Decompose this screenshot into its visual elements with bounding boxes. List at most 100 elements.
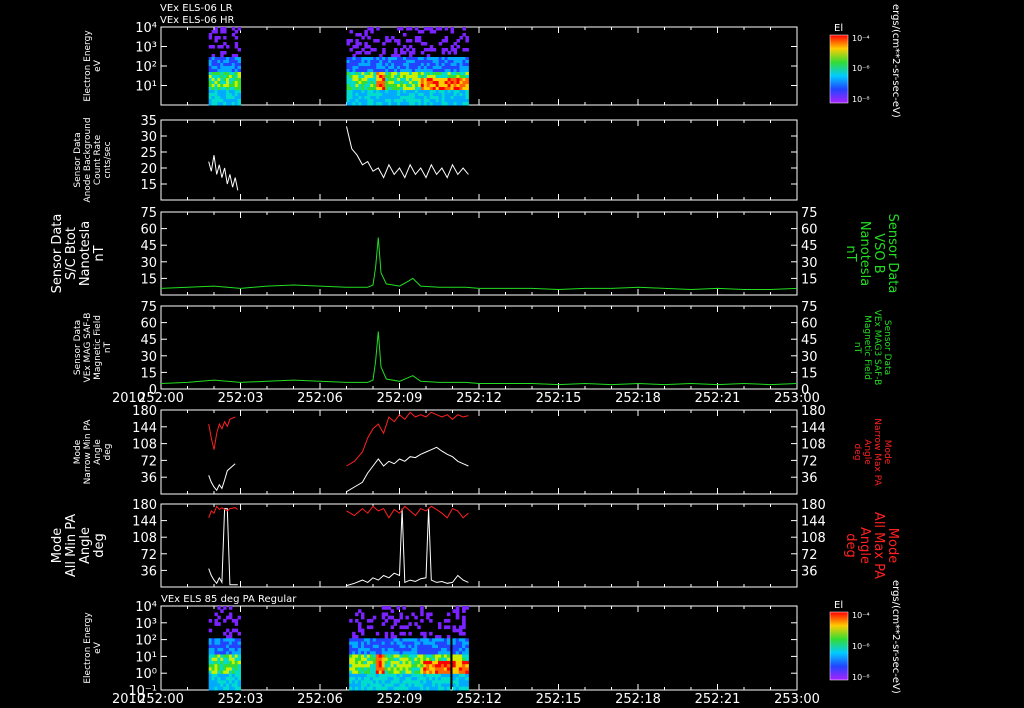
heatmap-cell xyxy=(381,622,386,626)
heatmap-cell xyxy=(420,66,425,70)
heatmap-cell xyxy=(411,664,415,668)
y-tick-label: 45 xyxy=(140,239,157,254)
heatmap-cell xyxy=(366,667,371,672)
heatmap-cell xyxy=(373,90,377,94)
heatmap-cell xyxy=(360,638,365,643)
heatmap-cell xyxy=(214,36,218,40)
heatmap-cell xyxy=(346,102,350,106)
heatmap-cell xyxy=(220,609,224,613)
heatmap-cell xyxy=(435,90,440,94)
heatmap-cell xyxy=(220,81,224,85)
heatmap-cell xyxy=(384,641,389,646)
heatmap-cell xyxy=(462,667,466,672)
heatmap-cell xyxy=(223,66,227,70)
heatmap-cell xyxy=(423,27,428,31)
heatmap-cell xyxy=(372,686,377,691)
heatmap-cell xyxy=(234,638,239,643)
heatmap-cell xyxy=(384,654,389,659)
heatmap-cell xyxy=(399,660,403,665)
heatmap-cell xyxy=(231,618,236,623)
heatmap-cell xyxy=(214,27,218,31)
heatmap-cell xyxy=(408,648,412,652)
heatmap-cell xyxy=(214,96,218,100)
heatmap-cell xyxy=(384,670,389,675)
heatmap-cell xyxy=(382,63,386,67)
heatmap-cell xyxy=(420,42,425,46)
heatmap-cell xyxy=(465,36,469,40)
heatmap-cell xyxy=(462,72,466,76)
heatmap-cell xyxy=(411,686,415,691)
colorbar-tick: 10⁻⁶ xyxy=(852,642,870,651)
heatmap-cell xyxy=(426,648,430,652)
heatmap-cell xyxy=(397,54,401,58)
heatmap-cell xyxy=(393,622,398,626)
heatmap-cell xyxy=(453,60,458,64)
heatmap-cell xyxy=(462,96,466,100)
heatmap-cell xyxy=(417,36,422,40)
heatmap-cell xyxy=(381,667,386,672)
heatmap-cell xyxy=(426,75,431,79)
heatmap-cell xyxy=(349,87,353,91)
heatmap-cell xyxy=(226,677,230,681)
heatmap-cell xyxy=(408,75,413,79)
heatmap-cell xyxy=(382,90,386,94)
heatmap-cell xyxy=(363,670,368,675)
heatmap-cell xyxy=(375,677,380,681)
heatmap-cell xyxy=(358,42,362,46)
heatmap-cell xyxy=(462,638,466,643)
heatmap-cell xyxy=(441,81,446,85)
heatmap-cell xyxy=(358,84,362,88)
y-axis-label-line: Count Rate xyxy=(93,134,103,185)
heatmap-cell xyxy=(414,654,418,659)
heatmap-cell xyxy=(226,638,230,643)
heatmap-cell xyxy=(367,63,371,67)
heatmap-cell xyxy=(453,63,458,67)
heatmap-cell xyxy=(358,90,362,94)
heatmap-cell xyxy=(443,683,448,688)
heatmap-cell xyxy=(360,677,365,681)
heatmap-cell xyxy=(420,93,425,97)
heatmap-cell xyxy=(450,27,455,31)
heatmap-cell xyxy=(346,84,350,88)
heatmap-cell xyxy=(234,670,239,675)
heatmap-cell xyxy=(462,686,466,691)
heatmap-cell xyxy=(358,664,362,668)
heatmap-cell xyxy=(432,654,436,659)
heatmap-cell xyxy=(393,644,398,649)
heatmap-cell xyxy=(376,39,380,43)
heatmap-cell xyxy=(387,660,392,665)
heatmap-cell xyxy=(231,99,236,103)
heatmap-cell xyxy=(465,96,469,100)
heatmap-cell xyxy=(429,99,434,103)
heatmap-cell xyxy=(349,78,353,82)
heatmap-cell xyxy=(217,66,221,70)
heatmap-cell xyxy=(411,48,416,52)
heatmap-cell xyxy=(387,677,392,681)
heatmap-cell xyxy=(361,93,365,97)
heatmap-cell xyxy=(414,60,419,64)
heatmap-cell xyxy=(391,36,395,40)
heatmap-cell xyxy=(367,45,371,49)
heatmap-cell xyxy=(465,60,469,64)
heatmap-cell xyxy=(426,677,430,681)
heatmap-cell xyxy=(426,615,430,620)
series-line-red xyxy=(208,416,236,450)
heatmap-cell xyxy=(226,667,230,672)
heatmap-cell xyxy=(458,654,463,659)
heatmap-cell xyxy=(441,75,446,79)
heatmap-cell xyxy=(372,641,377,646)
heatmap-cell xyxy=(234,641,239,646)
y-tick-label: 25 xyxy=(140,146,157,161)
heatmap-cell xyxy=(226,673,230,678)
heatmap-cell xyxy=(231,60,236,64)
heatmap-cell xyxy=(417,667,421,672)
heatmap-cell xyxy=(450,78,455,82)
heatmap-cell xyxy=(355,670,359,675)
heatmap-cell xyxy=(217,102,221,106)
heatmap-cell xyxy=(397,60,401,64)
heatmap-cell xyxy=(455,628,460,633)
heatmap-cell xyxy=(397,99,401,103)
heatmap-cell xyxy=(220,96,224,100)
heatmap-cell xyxy=(414,660,418,665)
heatmap-cell xyxy=(411,641,415,646)
